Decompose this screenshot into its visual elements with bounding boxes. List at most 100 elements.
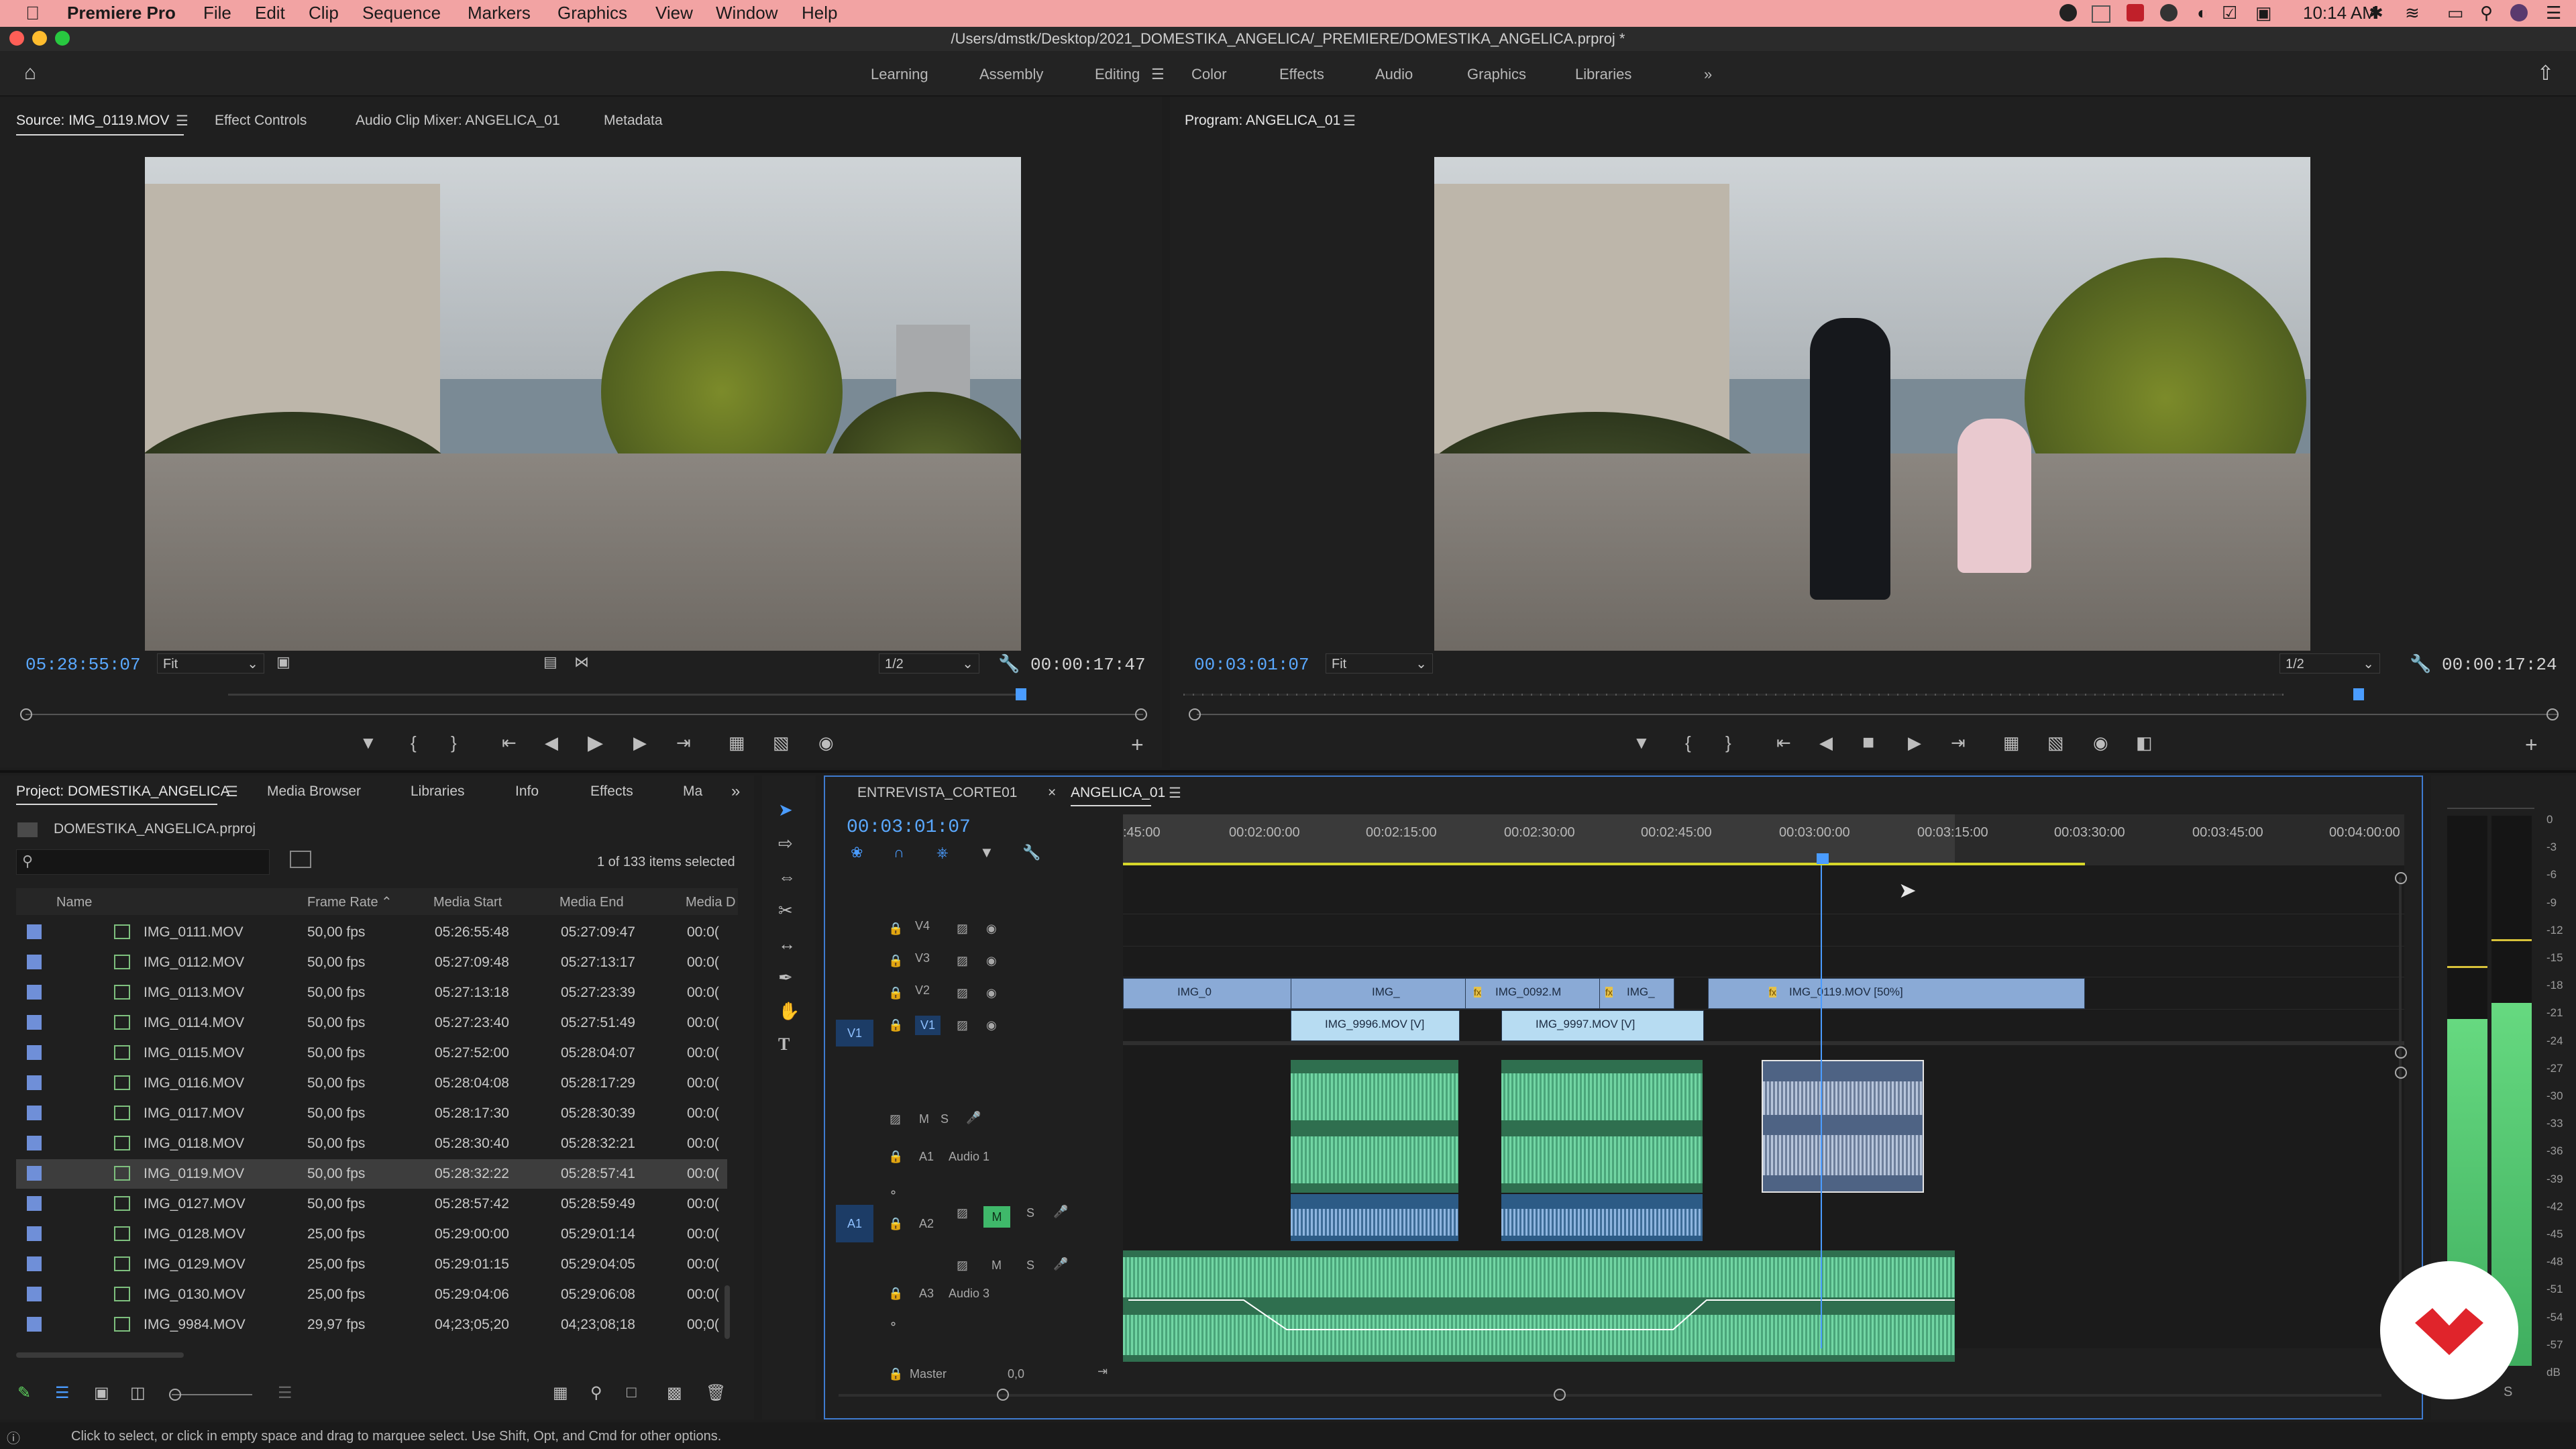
volume-rubberband[interactable] bbox=[1123, 1250, 1955, 1362]
timeline-ruler[interactable]: :45:00 00:02:00:00 00:02:15:00 00:02:30:… bbox=[1123, 814, 2404, 865]
spotlight-search-icon[interactable]: ⚲ bbox=[2480, 3, 2493, 23]
label-color-chip[interactable] bbox=[27, 1106, 42, 1120]
source-timecode[interactable]: 05:28:55:07 bbox=[25, 655, 141, 675]
home-icon[interactable]: ⌂ bbox=[24, 62, 36, 85]
extract-icon[interactable]: ▧ bbox=[2047, 733, 2064, 753]
program-fit-dropdown[interactable]: Fit ⌄ bbox=[1326, 653, 1433, 674]
list-view-icon[interactable]: ☰ bbox=[55, 1383, 70, 1403]
snap-magnet-icon[interactable]: ∩ bbox=[894, 844, 904, 861]
lock-icon[interactable]: 🔒 bbox=[888, 1150, 903, 1164]
eye-icon[interactable]: ◉ bbox=[986, 922, 997, 936]
program-wrench-icon[interactable]: 🔧 bbox=[2410, 653, 2431, 674]
label-color-chip[interactable] bbox=[27, 1045, 42, 1060]
project-row[interactable]: IMG_0117.MOV 50,00 fps 05:28:17:30 05:28:30… bbox=[16, 1099, 727, 1128]
microphone-icon[interactable]: 🎤 bbox=[1053, 1205, 1068, 1219]
clip-name[interactable]: IMG_0114.MOV bbox=[144, 1015, 244, 1031]
project-row[interactable]: IMG_0114.MOV 50,00 fps 05:27:23:40 05:27:51… bbox=[16, 1008, 727, 1038]
track-label-v2[interactable]: V2 bbox=[915, 983, 930, 998]
overwrite-icon[interactable]: ▧ bbox=[773, 733, 790, 753]
project-panel-menu-icon[interactable]: ☰ bbox=[225, 784, 238, 800]
status-display-icon[interactable]: ▣ bbox=[2255, 3, 2272, 23]
zoom-slider-handle[interactable] bbox=[169, 1389, 181, 1401]
close-tab-icon[interactable]: × bbox=[1048, 785, 1056, 801]
clip-name[interactable]: IMG_0118.MOV bbox=[144, 1136, 244, 1152]
track-s-button[interactable]: S bbox=[1026, 1258, 1034, 1273]
razor-tool-icon[interactable]: ✂ bbox=[778, 900, 793, 921]
track-select-tool-icon[interactable]: ⇨ bbox=[778, 833, 793, 854]
go-to-in-icon[interactable]: ⇤ bbox=[502, 733, 517, 753]
project-row[interactable]: IMG_0130.MOV 25,00 fps 05:29:04:06 05:29:06… bbox=[16, 1280, 727, 1309]
column-name[interactable]: Name bbox=[56, 895, 92, 910]
step-back-icon[interactable]: ◀ bbox=[1819, 733, 1833, 753]
mark-out-icon[interactable]: } bbox=[451, 733, 457, 753]
project-row[interactable]: IMG_0115.MOV 50,00 fps 05:27:52:00 05:28:04… bbox=[16, 1038, 727, 1068]
source-patch-v1[interactable]: V1 bbox=[836, 1020, 873, 1046]
program-panel-menu-icon[interactable]: ☰ bbox=[1343, 113, 1356, 129]
v1-clip[interactable]: IMG_9997.MOV [V] bbox=[1501, 1010, 1704, 1041]
track-label-v4[interactable]: V4 bbox=[915, 919, 930, 933]
more-workspaces-icon[interactable]: » bbox=[1704, 66, 1712, 83]
siri-icon[interactable] bbox=[2510, 4, 2528, 21]
workspace-editing[interactable]: Editing bbox=[1095, 66, 1140, 83]
track-m-button[interactable]: M bbox=[919, 1112, 929, 1126]
audio-clip-a1-selected[interactable] bbox=[1762, 1060, 1924, 1193]
panel-divider[interactable] bbox=[0, 770, 2576, 773]
selection-tool-icon[interactable]: ➤ bbox=[778, 800, 793, 820]
wifi-icon[interactable]: ≋ bbox=[2405, 3, 2420, 23]
tab-effects[interactable]: Effects bbox=[590, 784, 633, 800]
lock-icon[interactable]: 🔒 bbox=[888, 1287, 903, 1301]
source-playhead-icon[interactable] bbox=[1016, 688, 1026, 700]
track-label-v1[interactable]: V1 bbox=[915, 1016, 941, 1035]
pen-tool-icon[interactable]: ✒ bbox=[778, 967, 793, 988]
source-drag-audio-icon[interactable]: ⋈ bbox=[574, 653, 589, 671]
project-row[interactable]: IMG_9984.MOV 29,97 fps 04;23;05;20 04;23;08… bbox=[16, 1310, 727, 1340]
track-name-audio-1[interactable]: Audio 1 bbox=[949, 1150, 989, 1164]
column-frame-rate[interactable]: Frame Rate bbox=[307, 895, 378, 910]
add-button-icon[interactable]: + bbox=[2525, 733, 2538, 757]
status-creative-icon[interactable] bbox=[2160, 4, 2178, 21]
bluetooth-icon[interactable]: ✱ bbox=[2369, 3, 2383, 23]
eye-icon[interactable]: ◉ bbox=[986, 954, 997, 968]
project-row[interactable]: IMG_0119.MOV 50,00 fps 05:28:32:22 05:28:57… bbox=[16, 1159, 727, 1189]
project-horizontal-scrollbar[interactable] bbox=[16, 1352, 184, 1358]
share-icon[interactable]: ⇧ bbox=[2537, 62, 2554, 85]
export-frame-icon[interactable]: ◉ bbox=[818, 733, 834, 753]
tab-effect-controls[interactable]: Effect Controls bbox=[215, 113, 307, 129]
program-scroll-end-handle[interactable] bbox=[2546, 708, 2559, 720]
nest-sequence-icon[interactable]: ❀ bbox=[851, 844, 863, 861]
clock-time[interactable]: 10:14 AM bbox=[2303, 3, 2377, 23]
zoom-slider[interactable] bbox=[172, 1394, 252, 1395]
label-color-chip[interactable] bbox=[27, 985, 42, 1000]
tab-source[interactable]: Source: IMG_0119.MOV bbox=[16, 113, 169, 129]
track-name-audio-3[interactable]: Audio 3 bbox=[949, 1287, 989, 1301]
export-frame-icon[interactable]: ◉ bbox=[2093, 733, 2108, 753]
track-output-icon[interactable]: ▨ bbox=[957, 954, 968, 968]
label-color-chip[interactable] bbox=[27, 1166, 42, 1181]
clip-name[interactable]: IMG_0113.MOV bbox=[144, 985, 244, 1001]
pencil-icon[interactable]: ✎ bbox=[17, 1383, 31, 1403]
tab-angelica-01[interactable]: ANGELICA_01 bbox=[1071, 785, 1165, 801]
program-scroll-start-handle[interactable] bbox=[1189, 708, 1201, 720]
go-to-out-icon[interactable]: ⇥ bbox=[1951, 733, 1966, 753]
icon-view-icon[interactable]: ▣ bbox=[94, 1383, 109, 1403]
source-zoom-bar[interactable] bbox=[228, 694, 1026, 696]
timeline-timecode[interactable]: 00:03:01:07 bbox=[847, 817, 971, 838]
step-forward-icon[interactable]: ▶ bbox=[633, 733, 647, 753]
keyframe-nav-icon[interactable]: ⚬ bbox=[888, 1318, 898, 1332]
new-bin-icon[interactable]: □ bbox=[627, 1383, 637, 1402]
label-color-chip[interactable] bbox=[27, 1075, 42, 1090]
v2-clip[interactable]: fx IMG_ bbox=[1599, 978, 1674, 1009]
tab-program[interactable]: Program: ANGELICA_01 bbox=[1185, 113, 1340, 129]
program-playhead-icon[interactable] bbox=[2353, 688, 2364, 700]
program-scrubber[interactable] bbox=[1197, 714, 2559, 715]
v2-clip[interactable]: IMG_ bbox=[1291, 978, 1466, 1009]
audio-clip-a1[interactable] bbox=[1291, 1060, 1458, 1193]
project-vertical-scrollbar[interactable] bbox=[724, 1285, 730, 1339]
track-label-a2[interactable]: A2 bbox=[919, 1217, 934, 1231]
lock-icon[interactable]: 🔒 bbox=[888, 1018, 903, 1032]
eye-icon[interactable]: ◉ bbox=[986, 1018, 997, 1032]
status-s-icon[interactable] bbox=[2127, 4, 2144, 21]
play-icon[interactable]: ▶ bbox=[588, 731, 603, 755]
lift-icon[interactable]: ▦ bbox=[2003, 733, 2020, 753]
source-panel-menu-icon[interactable]: ☰ bbox=[176, 113, 189, 129]
